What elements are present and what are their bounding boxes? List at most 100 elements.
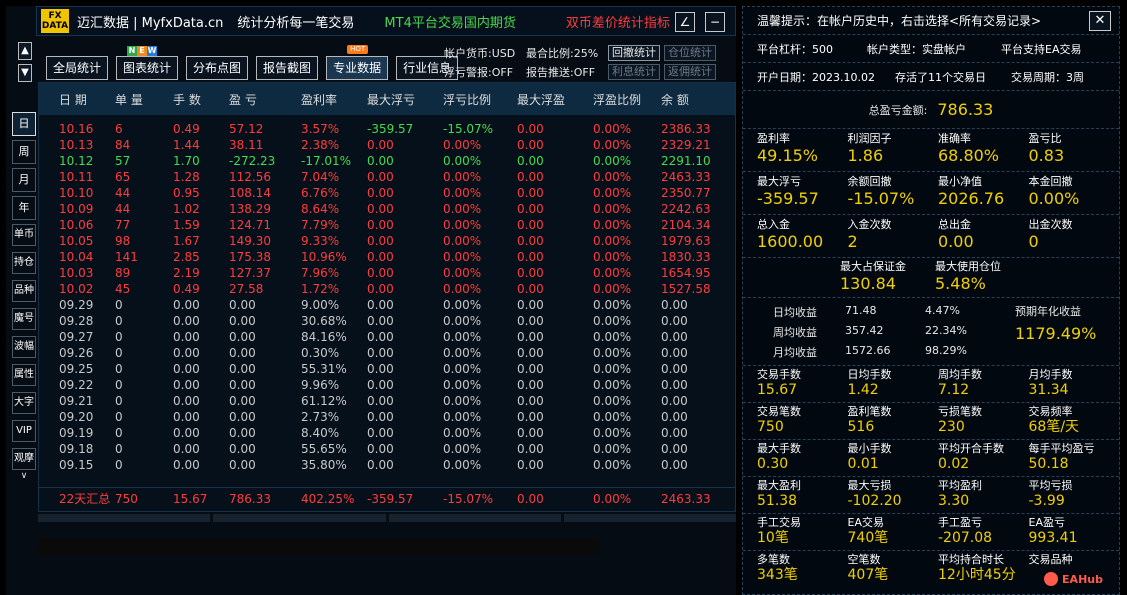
close-icon[interactable]: ✕	[1089, 11, 1111, 31]
column-header[interactable]: 浮盈比例	[593, 91, 661, 108]
edit-icon[interactable]: ∠	[675, 12, 695, 32]
table-row[interactable]: 09.18 0 0.00 0.00 55.65% 0.00 0.00% 0.00 0.00% 0.…	[39, 441, 735, 457]
tab-magic-number[interactable]: 魔号	[12, 308, 36, 330]
brand-name[interactable]: 迈汇数据 | MyfxData.cn	[77, 12, 223, 31]
global-stats-button[interactable]: 全局统计	[46, 56, 109, 80]
stat-label: 最大盈利	[757, 479, 801, 492]
table-row[interactable]: 10.06 77 1.59 124.71 7.79% 0.00 0.00% 0.00 0.00%…	[39, 217, 735, 233]
table-cell: 0.00	[367, 346, 394, 360]
table-cell: 0.00%	[443, 346, 482, 360]
stat-label: 亏损笔数	[938, 405, 982, 418]
table-cell: 0.00%	[593, 234, 632, 248]
table-cell: 0.00%	[593, 314, 632, 328]
fxdata-logo: FX DATA	[41, 9, 69, 33]
position-stats-button[interactable]: 仓位统计	[664, 45, 716, 61]
summary-cell: -359.57	[367, 491, 414, 506]
table-cell: 0.00%	[593, 122, 632, 136]
tab-vip[interactable]: VIP	[12, 420, 36, 442]
table-cell: 0.00	[173, 314, 200, 328]
rebate-stats-button[interactable]: 返佣统计	[664, 64, 716, 80]
table-row[interactable]: 09.22 0 0.00 0.00 9.96% 0.00 0.00% 0.00 0.00% 0.0…	[39, 377, 735, 393]
stat-cell: 最小净值 2026.76	[938, 175, 1029, 209]
stat-cell: 日均手数 1.42	[848, 368, 939, 402]
stat-value: 0.83	[1028, 146, 1065, 165]
scroll-down-icon[interactable]: ▼	[18, 64, 32, 82]
table-cell: 0.00%	[443, 170, 482, 184]
table-row[interactable]: 10.11 65 1.28 112.56 7.04% 0.00 0.00% 0.00 0.00%…	[39, 169, 735, 185]
table-row[interactable]: 09.26 0 0.00 0.00 0.30% 0.00 0.00% 0.00 0.00% 0.0…	[39, 345, 735, 361]
summary-cell: 2463.33	[661, 491, 711, 506]
table-row[interactable]: 10.16 6 0.49 57.12 3.57% -359.57 -15.07% 0.00 0.…	[39, 121, 735, 137]
tabs-expand-icon[interactable]: ∨	[12, 470, 36, 482]
table-cell: 8.64%	[301, 202, 340, 216]
column-header[interactable]: 单 量	[115, 91, 173, 108]
float-alert-toggle[interactable]: 浮亏警报:OFF	[444, 64, 526, 80]
column-header[interactable]: 最大浮亏	[367, 91, 443, 108]
tab-large-font[interactable]: 大字	[12, 392, 36, 414]
tab-single-currency[interactable]: 单币	[12, 224, 36, 246]
stat-value: 31.34	[1028, 382, 1069, 398]
table-row[interactable]: 10.04 141 2.85 175.38 10.96% 0.00 0.00% 0.00 0.0…	[39, 249, 735, 265]
table-cell: 141	[115, 250, 138, 264]
column-header[interactable]: 余 额	[661, 91, 721, 108]
ad-link-spread[interactable]: 双币差价统计指标	[566, 12, 670, 31]
tab-volatility[interactable]: 波幅	[12, 336, 36, 358]
table-cell: 175.38	[229, 250, 271, 264]
table-row[interactable]: 10.12 57 1.70 -272.23 -17.01% 0.00 0.00% 0.00 0.…	[39, 153, 735, 169]
table-cell: 0.00	[229, 410, 256, 424]
table-cell: 0.00%	[593, 458, 632, 472]
table-row[interactable]: 09.19 0 0.00 0.00 8.40% 0.00 0.00% 0.00 0.00% 0.0…	[39, 425, 735, 441]
stat-label: 总入金	[757, 218, 790, 231]
table-cell: 0.00	[173, 458, 200, 472]
table-cell: 0.00	[517, 410, 544, 424]
interest-stats-button[interactable]: 利息统计	[608, 64, 660, 80]
stat-label: 日均手数	[847, 368, 892, 381]
minimize-icon[interactable]: −	[705, 12, 725, 32]
table-row[interactable]: 09.21 0 0.00 0.00 61.12% 0.00 0.00% 0.00 0.00% 0.…	[39, 393, 735, 409]
tab-week[interactable]: 周	[12, 140, 36, 164]
average-percent: 22.34%	[925, 324, 967, 337]
stat-cell: 余额回撤 -15.07%	[848, 175, 939, 209]
chart-stats-button[interactable]: N E W 图表统计	[116, 46, 179, 80]
column-header[interactable]: 盈利率	[301, 91, 367, 108]
stat-cell: 手工盈亏 -207.08	[938, 516, 1029, 550]
tab-holdings[interactable]: 持仓	[12, 252, 36, 274]
table-row[interactable]: 10.02 45 0.49 27.58 1.72% 0.00 0.00% 0.00 0.00% 1…	[39, 281, 735, 297]
ad-link-futures[interactable]: MT4平台交易国内期货	[384, 12, 515, 31]
tab-attributes[interactable]: 属性	[12, 364, 36, 386]
table-row[interactable]: 09.28 0 0.00 0.00 30.68% 0.00 0.00% 0.00 0.00% 0.…	[39, 313, 735, 329]
column-header[interactable]: 浮亏比例	[443, 91, 517, 108]
table-row[interactable]: 10.10 44 0.95 108.14 6.76% 0.00 0.00% 0.00 0.00%…	[39, 185, 735, 201]
table-row[interactable]: 09.20 0 0.00 0.00 2.73% 0.00 0.00% 0.00 0.00% 0.0…	[39, 409, 735, 425]
table-row[interactable]: 09.27 0 0.00 0.00 84.16% 0.00 0.00% 0.00 0.00% 0.…	[39, 329, 735, 345]
table-row[interactable]: 10.05 98 1.67 149.30 9.33% 0.00 0.00% 0.00 0.00%…	[39, 233, 735, 249]
table-row[interactable]: 10.03 89 2.19 127.37 7.96% 0.00 0.00% 0.00 0.00%…	[39, 265, 735, 281]
column-header[interactable]: 最大浮盈	[517, 91, 593, 108]
table-row[interactable]: 10.09 44 1.02 138.29 8.64% 0.00 0.00% 0.00 0.00%…	[39, 201, 735, 217]
table-cell: 0.00%	[593, 394, 632, 408]
tab-day[interactable]: 日	[12, 112, 36, 136]
stats-group-7: 最大手数 0.30 最小手数 0.01 平均开合手数 0.02 每手平均盈亏 50.18	[743, 440, 1119, 477]
table-row[interactable]: 09.15 0 0.00 0.00 35.80% 0.00 0.00% 0.00 0.00% 0.…	[39, 457, 735, 473]
scroll-up-icon[interactable]: ▲	[18, 42, 32, 60]
tab-symbols[interactable]: 品种	[12, 280, 36, 302]
stat-label: 利润因子	[847, 132, 892, 145]
report-push-toggle[interactable]: 报告推送:OFF	[526, 64, 608, 80]
distribution-chart-button[interactable]: 分布点图	[186, 56, 249, 80]
column-header[interactable]: 日 期	[39, 91, 115, 108]
drawdown-stats-button[interactable]: 回撤统计	[608, 45, 660, 61]
stat-label: 最大使用仓位	[935, 260, 1001, 273]
tab-year[interactable]: 年	[12, 196, 36, 220]
table-row[interactable]: 09.25 0 0.00 0.00 55.31% 0.00 0.00% 0.00 0.00% 0.…	[39, 361, 735, 377]
report-screenshot-button[interactable]: 报告截图	[256, 56, 319, 80]
column-header[interactable]: 盈 亏	[229, 91, 301, 108]
pro-data-button[interactable]: HOT 专业数据	[326, 45, 389, 80]
tab-observe[interactable]: 观摩	[12, 448, 36, 470]
table-cell: 0	[115, 442, 123, 456]
table-row[interactable]: 10.13 84 1.44 38.11 2.38% 0.00 0.00% 0.00 0.00% 2…	[39, 137, 735, 153]
column-header[interactable]: 手 数	[173, 91, 229, 108]
table-row[interactable]: 09.29 0 0.00 0.00 9.00% 0.00 0.00% 0.00 0.00% 0.0…	[39, 297, 735, 313]
stat-cell: EA交易 740笔	[848, 516, 939, 550]
tab-month[interactable]: 月	[12, 168, 36, 192]
stat-cell: 交易频率 68笔/天	[1029, 405, 1120, 439]
